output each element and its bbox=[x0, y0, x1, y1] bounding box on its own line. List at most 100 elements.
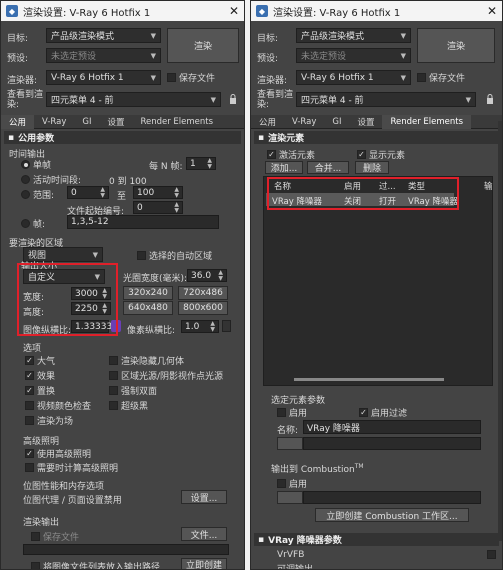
option-area-lights-checkbox[interactable]: 区域光源/阴影视作点光源 bbox=[109, 369, 223, 382]
save-file-checkbox[interactable]: 保存文件 bbox=[417, 71, 465, 84]
window-title: 渲染设置: V-Ray 6 Hotfix 1 bbox=[273, 7, 401, 19]
bitmap-settings-button[interactable]: 设置... bbox=[181, 490, 227, 504]
preset-720x486-button[interactable]: 720x486 bbox=[178, 286, 228, 300]
aspect-spinner[interactable]: 1.33333 bbox=[71, 320, 112, 333]
tab-settings[interactable]: 设置 bbox=[99, 115, 132, 129]
output-size-dropdown[interactable]: 自定义 ▼ bbox=[23, 269, 105, 284]
target-dropdown[interactable]: 产品级渲染模式 ▼ bbox=[296, 28, 411, 43]
close-icon[interactable]: ✕ bbox=[487, 4, 497, 18]
target-dropdown[interactable]: 产品级渲染模式 ▼ bbox=[46, 28, 161, 43]
range-from-spinner[interactable]: 0 ▲ ▼ bbox=[67, 186, 109, 199]
option-video-color-checkbox[interactable]: 视频颜色检查 bbox=[25, 399, 91, 412]
calc-advanced-light-checkbox[interactable]: 需要时计算高级照明 bbox=[25, 461, 118, 474]
options-label: 选项 bbox=[23, 344, 42, 354]
every-n-spinner[interactable]: 1 ▲ ▼ bbox=[186, 157, 216, 170]
preset-800x600-button[interactable]: 800x600 bbox=[178, 301, 228, 315]
rollout-common-params[interactable]: ▪ 公用参数 bbox=[4, 131, 241, 144]
element-name-input[interactable]: VRay 降噪器 bbox=[303, 420, 481, 434]
create-combustion-button[interactable]: 立即创建 Combustion 工作区... bbox=[315, 508, 469, 522]
tab-vray[interactable]: V-Ray bbox=[34, 115, 74, 129]
option-effects-checkbox[interactable]: ✓ 效果 bbox=[25, 369, 55, 382]
lock-icon[interactable] bbox=[486, 94, 494, 104]
column-header-enabled[interactable]: 启用 bbox=[344, 180, 361, 192]
add-element-button[interactable]: 添加... bbox=[265, 161, 303, 174]
option-render-fields-checkbox[interactable]: 渲染为场 bbox=[25, 414, 73, 427]
single-frame-radio[interactable]: 单帧 bbox=[21, 158, 51, 171]
show-elements-checkbox[interactable]: ✓ 显示元素 bbox=[357, 148, 405, 161]
tab-render-elements[interactable]: Render Elements bbox=[132, 115, 221, 129]
auto-region-checkbox[interactable]: 选择的自动区域 bbox=[137, 249, 212, 262]
tab-vray[interactable]: V-Ray bbox=[284, 115, 324, 129]
preset-dropdown[interactable]: 未选定预设 ▼ bbox=[296, 48, 411, 63]
range-to-spinner[interactable]: 100 ▲ ▼ bbox=[133, 186, 183, 199]
renderer-dropdown[interactable]: V-Ray 6 Hotfix 1 ▼ bbox=[296, 70, 411, 85]
tab-settings[interactable]: 设置 bbox=[349, 115, 382, 129]
window-title: 渲染设置: V-Ray 6 Hotfix 1 bbox=[23, 7, 151, 19]
view-dropdown[interactable]: 四元菜单 4 - 前 ▼ bbox=[296, 92, 476, 107]
pixel-aspect-lock-icon[interactable] bbox=[222, 320, 231, 332]
vertical-scrollbar[interactable] bbox=[498, 121, 502, 541]
renderer-label: 渲染器: bbox=[257, 76, 288, 86]
output-combustion-label: 输出到 CombustionTM bbox=[271, 463, 364, 475]
element-enable-checkbox[interactable]: 启用 bbox=[277, 406, 307, 419]
use-advanced-light-checkbox[interactable]: ✓ 使用高级照明 bbox=[25, 447, 91, 460]
element-path-button[interactable] bbox=[277, 437, 303, 450]
tab-common[interactable]: 公用 bbox=[251, 115, 284, 129]
row-filter: 打开 bbox=[379, 197, 397, 207]
column-header-type[interactable]: 类型 bbox=[408, 180, 425, 192]
option-render-hidden-checkbox[interactable]: 渲染隐藏几何体 bbox=[109, 354, 184, 367]
vfb-checkbox[interactable] bbox=[487, 550, 496, 559]
activate-elements-checkbox[interactable]: ✓ 激活元素 bbox=[267, 148, 315, 161]
preset-320x240-button[interactable]: 320x240 bbox=[123, 286, 173, 300]
tab-common[interactable]: 公用 bbox=[1, 114, 35, 129]
view-dropdown[interactable]: 四元菜单 4 - 前 ▼ bbox=[46, 92, 221, 107]
render-button[interactable]: 渲染 bbox=[167, 28, 239, 63]
height-spinner[interactable]: 2250 ▲ ▼ bbox=[71, 302, 111, 315]
output-path-field[interactable] bbox=[23, 544, 229, 555]
active-segment-radio[interactable]: 活动时间段: bbox=[21, 173, 81, 186]
merge-element-button[interactable]: 合并... bbox=[307, 161, 349, 174]
render-settings-window-right: ◆ 渲染设置: V-Ray 6 Hotfix 1 ✕ 目标: 产品级渲染模式 ▼ … bbox=[250, 0, 503, 570]
save-file-checkbox[interactable]: 保存文件 bbox=[167, 71, 215, 84]
files-button[interactable]: 文件... bbox=[181, 527, 227, 541]
chevron-down-icon: ▼ bbox=[400, 51, 406, 60]
enable-filter-checkbox[interactable]: ✓ 启用过滤 bbox=[359, 406, 407, 419]
combustion-enable-checkbox[interactable]: 启用 bbox=[277, 477, 307, 490]
render-button[interactable]: 渲染 bbox=[417, 28, 495, 63]
vfb-label: VrVFB bbox=[277, 550, 305, 560]
option-force-2sided-checkbox[interactable]: 强制双面 bbox=[109, 384, 157, 397]
column-header-filter[interactable]: 过... bbox=[379, 180, 396, 192]
column-header-name[interactable]: 名称 bbox=[274, 180, 291, 192]
width-spinner[interactable]: 3000 ▲ ▼ bbox=[71, 287, 111, 300]
renderer-dropdown[interactable]: V-Ray 6 Hotfix 1 ▼ bbox=[46, 70, 161, 85]
option-displacement-checkbox[interactable]: ✓ 置换 bbox=[25, 384, 55, 397]
create-now-button[interactable]: 立即创建 bbox=[181, 558, 227, 569]
combustion-path-button[interactable] bbox=[277, 491, 303, 504]
rollout-render-elements[interactable]: ▪ 渲染元素 bbox=[254, 131, 499, 144]
rollout-vray-denoiser[interactable]: ▪ VRay 降噪器参数 bbox=[254, 533, 499, 546]
tab-gi[interactable]: GI bbox=[324, 115, 349, 129]
lock-icon[interactable] bbox=[229, 94, 237, 104]
file-number-spinner[interactable]: 0 ▲ ▼ bbox=[133, 201, 183, 214]
chevron-down-icon: ▼ bbox=[150, 31, 156, 40]
range-radio[interactable]: 范围: bbox=[21, 188, 54, 201]
aperture-spinner[interactable]: 36.0 ▲ ▼ bbox=[187, 269, 227, 282]
save-output-checkbox[interactable]: 保存文件 bbox=[31, 530, 79, 543]
option-super-black-checkbox[interactable]: 超级黑 bbox=[109, 399, 148, 412]
element-path-field[interactable] bbox=[303, 437, 481, 450]
pixel-aspect-spinner[interactable]: 1.0 ▲ ▼ bbox=[181, 320, 219, 333]
column-header-output[interactable]: 输 bbox=[484, 180, 493, 192]
close-icon[interactable]: ✕ bbox=[229, 4, 239, 18]
table-horizontal-scrollbar[interactable] bbox=[294, 378, 444, 381]
tab-gi[interactable]: GI bbox=[74, 115, 99, 129]
add-to-list-checkbox[interactable]: 将图像文件列表放入输出路径 bbox=[31, 560, 160, 569]
aspect-lock-icon[interactable] bbox=[111, 320, 121, 332]
preset-dropdown[interactable]: 未选定预设 ▼ bbox=[46, 48, 161, 63]
tab-render-elements[interactable]: Render Elements bbox=[382, 114, 472, 129]
frames-input[interactable]: 1,3,5-12 bbox=[67, 215, 219, 229]
delete-element-button[interactable]: 删除 bbox=[355, 161, 389, 174]
option-atmosphere-checkbox[interactable]: ✓ 大气 bbox=[25, 354, 55, 367]
preset-640x480-button[interactable]: 640x480 bbox=[123, 301, 173, 315]
combustion-path-field[interactable] bbox=[303, 491, 481, 504]
frames-radio[interactable]: 帧: bbox=[21, 217, 45, 230]
